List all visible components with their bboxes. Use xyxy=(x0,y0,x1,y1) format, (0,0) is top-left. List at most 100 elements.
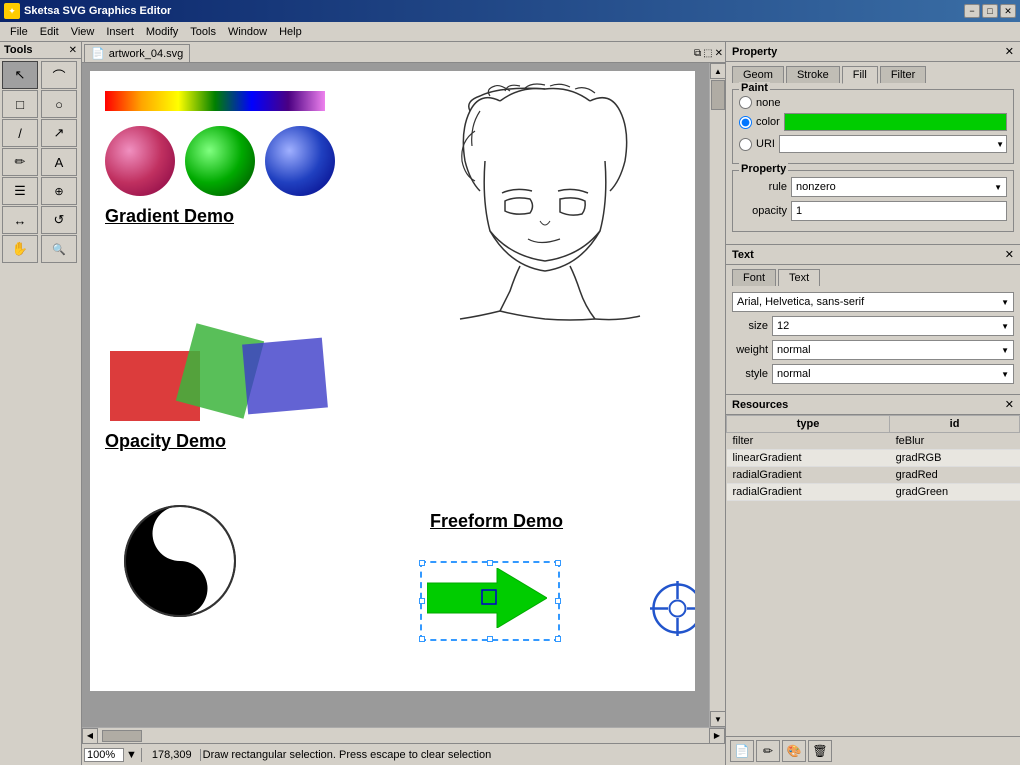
sphere-green xyxy=(185,126,255,196)
res-edit-button[interactable]: ✏ xyxy=(756,740,780,762)
hscroll-track[interactable] xyxy=(98,729,709,743)
canvas-float-button[interactable]: ⬚ xyxy=(703,48,712,59)
canvas-tab[interactable]: 📄 artwork_04.svg xyxy=(84,44,190,62)
zoom-value[interactable]: 100% xyxy=(84,748,124,762)
paint-color-radio[interactable] xyxy=(739,116,752,129)
arrow-selection xyxy=(420,561,560,641)
menu-view[interactable]: View xyxy=(65,24,101,40)
canvas-restore-button[interactable]: ⧉ xyxy=(694,48,701,59)
tool-line[interactable]: / xyxy=(2,119,38,147)
res-delete-button[interactable]: 🗑 xyxy=(808,740,832,762)
canvas-main: Gradient Demo Opacity Demo xyxy=(82,63,725,743)
tool-hand[interactable]: ✋ xyxy=(2,235,38,263)
vscroll-track[interactable] xyxy=(710,79,725,711)
hscroll-thumb[interactable] xyxy=(102,730,142,742)
zoom-control: 100% ▼ xyxy=(84,748,142,762)
tool-move[interactable]: ↔ xyxy=(2,206,38,234)
menu-window[interactable]: Window xyxy=(222,24,273,40)
table-row: filter feBlur xyxy=(727,433,1020,450)
maximize-button[interactable]: □ xyxy=(982,4,998,18)
res-new-button[interactable]: 📄 xyxy=(730,740,754,762)
property-content: Paint none color URI xyxy=(726,83,1020,244)
color-swatch[interactable] xyxy=(784,113,1007,131)
size-dropdown-arrow: ▼ xyxy=(1001,322,1009,331)
close-button[interactable]: ✕ xyxy=(1000,4,1016,18)
tool-pencil[interactable]: ✏ xyxy=(2,148,38,176)
style-dropdown[interactable]: normal ▼ xyxy=(772,364,1014,384)
opacity-input[interactable] xyxy=(791,201,1007,221)
resources-panel-title: Resources xyxy=(732,399,788,411)
tool-text[interactable]: A xyxy=(41,148,77,176)
size-row: size 12 ▼ xyxy=(732,316,1014,336)
opacity-label: opacity xyxy=(739,205,787,217)
menu-insert[interactable]: Insert xyxy=(100,24,140,40)
tool-select[interactable]: ↖ xyxy=(2,61,38,89)
tool-pattern[interactable]: ☰ xyxy=(2,177,38,205)
weight-dropdown[interactable]: normal ▼ xyxy=(772,340,1014,360)
minimize-button[interactable]: − xyxy=(964,4,980,18)
menu-file[interactable]: File xyxy=(4,24,34,40)
zoom-dropdown-arrow[interactable]: ▼ xyxy=(126,749,137,761)
freeform-demo-label: Freeform Demo xyxy=(430,511,563,532)
res-apply-button[interactable]: 🎨 xyxy=(782,740,806,762)
style-row: style normal ▼ xyxy=(732,364,1014,384)
res-type-3: radialGradient xyxy=(727,484,890,501)
tool-rotate[interactable]: ↺ xyxy=(41,206,77,234)
tab-geom[interactable]: Geom xyxy=(732,66,784,83)
property-section-close[interactable]: ✕ xyxy=(1005,45,1014,58)
font-dropdown[interactable]: Arial, Helvetica, sans-serif ▼ xyxy=(732,292,1014,312)
hscroll-right[interactable]: ▶ xyxy=(709,728,725,744)
vscroll-down[interactable]: ▼ xyxy=(710,711,725,727)
vscroll-up[interactable]: ▲ xyxy=(710,63,725,79)
tool-zoom[interactable]: 🔍 xyxy=(41,235,77,263)
tool-bezier[interactable]: ⌒ xyxy=(41,61,77,89)
weight-dropdown-arrow: ▼ xyxy=(1001,346,1009,355)
canvas-wrapper[interactable]: Gradient Demo Opacity Demo xyxy=(82,63,709,727)
style-value: normal xyxy=(777,368,811,380)
tools-grid: ↖ ⌒ □ ○ / ↗ ✏ A ☰ ⊕ ↔ ↺ ✋ 🔍 xyxy=(0,59,81,265)
canvas-close-button[interactable]: ✕ xyxy=(715,48,723,59)
text-panel-title: Text xyxy=(732,249,754,261)
res-id-3: gradGreen xyxy=(890,484,1020,501)
property-tabs: Geom Stroke Fill Filter xyxy=(726,62,1020,83)
tab-text[interactable]: Text xyxy=(778,269,820,286)
table-row: radialGradient gradRed xyxy=(727,467,1020,484)
tab-font[interactable]: Font xyxy=(732,269,776,286)
sphere-blue xyxy=(265,126,335,196)
font-dropdown-arrow: ▼ xyxy=(1001,298,1009,307)
tab-filter[interactable]: Filter xyxy=(880,66,926,83)
tab-stroke[interactable]: Stroke xyxy=(786,66,840,83)
menu-edit[interactable]: Edit xyxy=(34,24,65,40)
res-id-2: gradRed xyxy=(890,467,1020,484)
menu-tools[interactable]: Tools xyxy=(184,24,222,40)
window-controls: − □ ✕ xyxy=(964,4,1016,18)
col-id: id xyxy=(890,416,1020,433)
tools-panel-close[interactable]: ✕ xyxy=(69,45,77,56)
style-dropdown-arrow: ▼ xyxy=(1001,370,1009,379)
paint-none-radio[interactable] xyxy=(739,96,752,109)
uri-dropdown[interactable]: ▼ xyxy=(779,135,1007,153)
vscroll-thumb[interactable] xyxy=(711,80,725,110)
resources-scroll[interactable]: type id filter feBlur linearGradient gra… xyxy=(726,415,1020,736)
yin-yang xyxy=(120,501,240,621)
text-panel-close[interactable]: ✕ xyxy=(1005,248,1014,261)
menu-help[interactable]: Help xyxy=(273,24,308,40)
res-type-1: linearGradient xyxy=(727,450,890,467)
menu-modify[interactable]: Modify xyxy=(140,24,184,40)
tab-fill[interactable]: Fill xyxy=(842,66,878,84)
paint-uri-label: URI xyxy=(756,138,775,150)
title-bar: ✦ Sketsa SVG Graphics Editor − □ ✕ xyxy=(0,0,1020,22)
rule-dropdown[interactable]: nonzero ▼ xyxy=(791,177,1007,197)
hscroll-left[interactable]: ◀ xyxy=(82,728,98,744)
resources-panel-close[interactable]: ✕ xyxy=(1005,398,1014,411)
canvas-content: Gradient Demo Opacity Demo xyxy=(90,71,695,691)
size-dropdown[interactable]: 12 ▼ xyxy=(772,316,1014,336)
tool-zoom-in[interactable]: ⊕ xyxy=(41,177,77,205)
paint-uri-radio[interactable] xyxy=(739,138,752,151)
tool-ellipse[interactable]: ○ xyxy=(41,90,77,118)
tool-rect[interactable]: □ xyxy=(2,90,38,118)
status-message: Draw rectangular selection. Press escape… xyxy=(203,749,723,761)
tool-node[interactable]: ↗ xyxy=(41,119,77,147)
canvas-tab-controls: ⧉ ⬚ ✕ xyxy=(694,48,723,59)
uri-dropdown-arrow: ▼ xyxy=(996,140,1004,149)
